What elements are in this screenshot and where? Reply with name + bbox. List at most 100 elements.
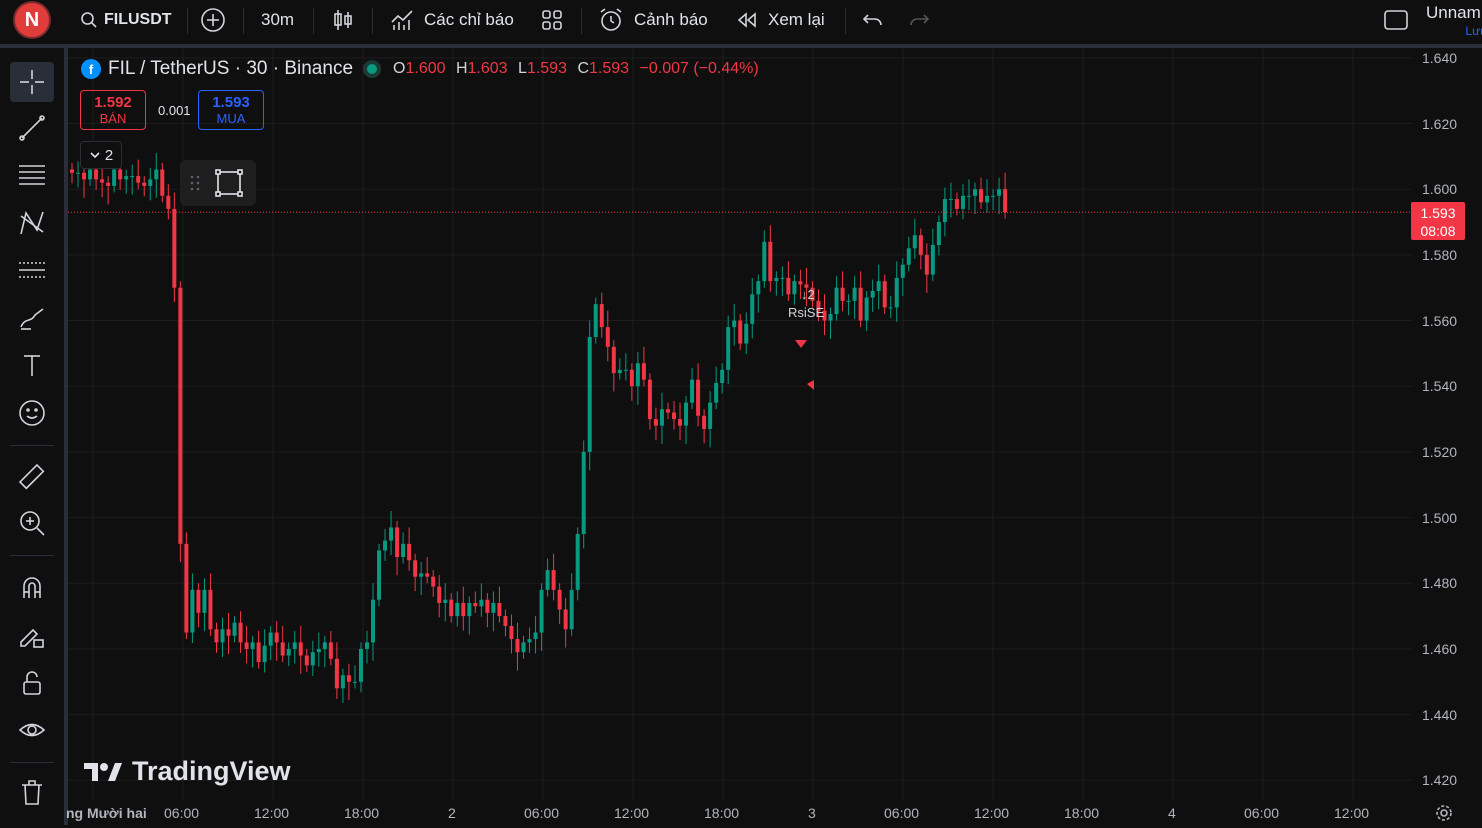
crosshair-tool[interactable]: [10, 62, 54, 102]
candle-body: [973, 189, 977, 196]
legend-title[interactable]: FIL / TetherUS · 30 · Binance: [108, 58, 353, 80]
tradingview-logo[interactable]: TradingView: [84, 756, 291, 787]
fullscreen-button[interactable]: [1383, 0, 1409, 40]
candle-body: [605, 327, 610, 347]
symbol-search-button[interactable]: FILUSDT: [80, 0, 172, 40]
toolbar-separator: [187, 8, 188, 34]
price-tick-label: 1.460: [1422, 640, 1458, 657]
measure-tool[interactable]: [10, 457, 54, 497]
candle-body: [449, 599, 454, 617]
drag-handle-icon[interactable]: [190, 173, 200, 193]
pencil-lock-icon: [20, 628, 44, 648]
candle-body: [395, 527, 400, 557]
interval-label: 30m: [261, 10, 295, 29]
sell-button[interactable]: 1.592 BÁN: [80, 90, 146, 130]
candle-body: [1003, 189, 1008, 213]
eye-icon: [18, 723, 46, 737]
candle-body: [527, 639, 532, 643]
candle-body: [593, 304, 598, 337]
candle-body: [744, 323, 749, 344]
price-tick-label: 1.600: [1422, 181, 1458, 198]
candle-body: [401, 543, 406, 557]
select-rectangle-icon[interactable]: [214, 168, 244, 198]
candle-body: [924, 254, 929, 275]
candle-body: [190, 589, 195, 633]
strategy-signal-count[interactable]: ↓2: [801, 287, 815, 302]
axis-settings-button[interactable]: [1434, 803, 1454, 828]
candle-body: [635, 363, 640, 387]
candle-body: [563, 609, 568, 630]
ohlc-high-key: H: [455, 60, 468, 77]
stay-in-drawing-tool[interactable]: [10, 615, 54, 655]
crosshair-icon: [20, 70, 44, 94]
ruler-icon: [18, 463, 45, 490]
candle-body: [298, 642, 303, 656]
candle-body: [641, 363, 646, 380]
candles-icon: [334, 10, 352, 30]
candle-body: [208, 589, 213, 630]
zoom-tool[interactable]: [10, 503, 54, 543]
svg-text:f: f: [89, 62, 94, 77]
market-status-icon[interactable]: [367, 64, 378, 74]
indicators-count: 2: [104, 146, 114, 164]
price-tick-label: 1.420: [1422, 772, 1458, 789]
undo-button[interactable]: [862, 0, 884, 40]
candle-body: [148, 179, 153, 186]
trash-icon: [22, 780, 42, 805]
candle-body: [178, 287, 183, 544]
brush-tool[interactable]: [10, 298, 54, 338]
buy-label: MUA: [216, 111, 246, 126]
emoji-tool[interactable]: [10, 393, 54, 433]
time-tick-label: 06:00: [1244, 805, 1280, 821]
candle-body: [979, 189, 984, 203]
candle-body: [942, 199, 947, 223]
layout-save[interactable]: Unnam Lưu: [1426, 4, 1482, 40]
candle-body: [425, 573, 430, 577]
candle-body: [985, 195, 990, 203]
indicators-button[interactable]: Các chỉ báo: [390, 0, 514, 40]
candle-body: [244, 642, 249, 649]
bar-countdown: 08:08: [1420, 223, 1456, 240]
magnet-tool[interactable]: [10, 567, 54, 607]
redo-button[interactable]: [908, 0, 930, 40]
replay-button[interactable]: Xem lại: [736, 0, 825, 40]
text-tool[interactable]: [10, 345, 54, 385]
candle-body: [647, 379, 652, 420]
layouts-button[interactable]: [541, 0, 563, 40]
candle-body: [997, 189, 1002, 196]
candle-body: [106, 182, 111, 186]
unlock-icon: [23, 671, 41, 695]
indicators-collapse-button[interactable]: 2: [80, 141, 122, 169]
lock-drawings-tool[interactable]: [10, 663, 54, 703]
chart-type-button[interactable]: [332, 0, 354, 40]
chart-pane[interactable]: ↓2 RsiSE: [68, 48, 1412, 800]
time-tick-label: 12:00: [974, 805, 1010, 821]
candle-body: [364, 642, 369, 649]
fil-coin-icon: f: [81, 59, 101, 79]
candle-body: [720, 369, 725, 383]
user-avatar[interactable]: N: [15, 3, 49, 37]
candle-body: [184, 543, 189, 633]
price-tick-label: 1.440: [1422, 706, 1458, 723]
pattern-tool[interactable]: [10, 203, 54, 243]
remove-drawings-tool[interactable]: [10, 772, 54, 812]
alerts-button[interactable]: Cảnh báo: [598, 0, 708, 40]
symbol-label: FILUSDT: [104, 11, 172, 28]
candle-body: [280, 642, 285, 656]
price-axis[interactable]: 1.640 1.620 1.600 1.580 1.560 1.540 1.520 1.500…: [1412, 48, 1482, 800]
compare-symbol-button[interactable]: [200, 0, 226, 40]
candle-body: [509, 625, 514, 640]
candle-body: [774, 277, 779, 282]
ohlc-open-value: 1.600: [405, 60, 446, 77]
buy-button[interactable]: 1.593 MUA: [198, 90, 264, 130]
time-axis[interactable]: ng Mười hai 06:00 12:00 18:00 2 06:00 12:00 18:…: [66, 800, 1482, 828]
forecast-tool[interactable]: [10, 250, 54, 290]
ohlc-change: −0.007 (−0.44%): [639, 60, 759, 77]
strategy-signal-label[interactable]: RsiSE: [788, 305, 824, 320]
fib-tool[interactable]: [10, 155, 54, 195]
candle-body: [936, 222, 941, 246]
interval-button[interactable]: 30m: [261, 0, 294, 40]
hide-drawings-tool[interactable]: [10, 710, 54, 750]
trend-line-tool[interactable]: [10, 108, 54, 148]
price-chart[interactable]: ↓2 RsiSE: [68, 48, 1412, 800]
